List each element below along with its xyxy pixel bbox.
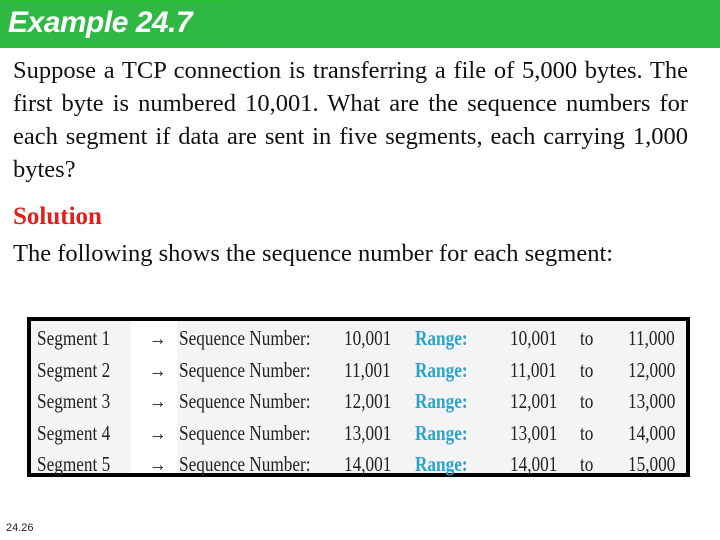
range-to: to — [580, 389, 594, 414]
range-to: to — [580, 357, 594, 382]
range-end: 13,000 — [628, 389, 676, 414]
segment-label: Segment 1 — [37, 326, 111, 350]
question-text: Suppose a TCP connection is transferring… — [13, 57, 688, 183]
sequence-label: Sequence Number: — [179, 326, 311, 350]
sequence-number: 14,001 — [344, 452, 392, 477]
sequence-number: 10,001 — [344, 326, 392, 350]
sequence-label: Sequence Number: — [179, 452, 311, 477]
slide-title: Example 24.7 — [8, 6, 193, 39]
range-end: 14,000 — [628, 420, 676, 445]
range-start: 10,001 — [510, 326, 558, 350]
range-to: to — [580, 452, 594, 477]
range-to: to — [580, 326, 594, 350]
sequence-number: 13,001 — [344, 420, 392, 445]
range-start: 12,001 — [510, 389, 558, 414]
arrow-icon: → — [149, 420, 167, 445]
range-label: Range: — [415, 389, 468, 414]
sequence-number: 12,001 — [344, 389, 392, 414]
segment-label: Segment 5 — [37, 452, 111, 477]
range-label: Range: — [415, 452, 468, 477]
range-label: Range: — [415, 357, 468, 382]
sequence-label: Sequence Number: — [179, 389, 311, 414]
sequence-table: Segment 1 → Sequence Number: 10,001 Range: 10… — [27, 317, 690, 477]
sequence-number: 11,001 — [344, 357, 391, 382]
range-start: 14,001 — [510, 452, 558, 477]
range-label: Range: — [415, 420, 468, 445]
range-end: 15,000 — [628, 452, 676, 477]
table-row: Segment 5 → Sequence Number: 14,001 Range: 14… — [31, 448, 686, 479]
range-end: 12,000 — [628, 357, 676, 382]
arrow-icon: → — [149, 357, 167, 382]
segment-label: Segment 2 — [37, 357, 111, 382]
sequence-label: Sequence Number: — [179, 420, 311, 445]
arrow-icon: → — [149, 389, 167, 414]
table-row: Segment 4 → Sequence Number: 13,001 Range: 13… — [31, 417, 686, 448]
solution-heading: Solution — [13, 203, 102, 230]
header-bar: Example 24.7 — [0, 0, 720, 48]
table-row: Segment 1 → Sequence Number: 10,001 Range: 10… — [31, 322, 686, 353]
arrow-icon: → — [149, 326, 167, 350]
table-row: Segment 3 → Sequence Number: 12,001 Range: 12… — [31, 385, 686, 416]
page-number: 24.26 — [6, 522, 34, 534]
title-box: Example 24.7 — [0, 0, 232, 47]
range-start: 11,001 — [510, 357, 557, 382]
table-row: Segment 2 → Sequence Number: 11,001 Range: 11… — [31, 354, 686, 385]
sequence-label: Sequence Number: — [179, 357, 311, 382]
segment-label: Segment 4 — [37, 420, 111, 445]
range-label: Range: — [415, 326, 468, 350]
answer-text: The following shows the sequence number … — [13, 240, 614, 267]
arrow-icon: → — [149, 452, 167, 477]
range-end: 11,000 — [628, 326, 675, 350]
range-to: to — [580, 420, 594, 445]
segment-label: Segment 3 — [37, 389, 111, 414]
range-start: 13,001 — [510, 420, 558, 445]
